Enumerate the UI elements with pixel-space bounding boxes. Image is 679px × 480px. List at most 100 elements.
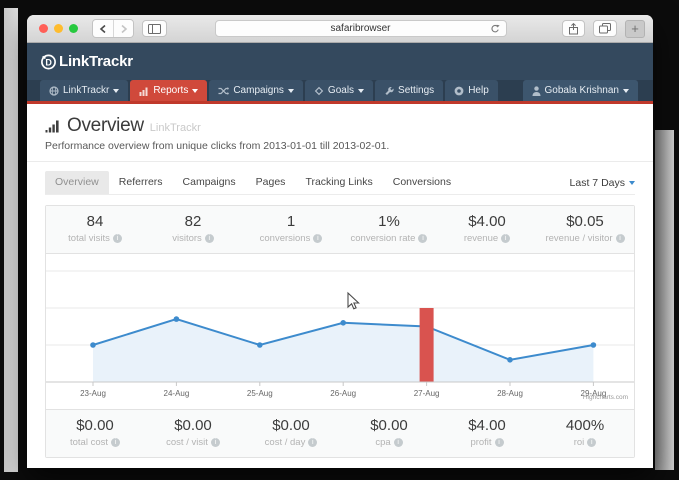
- stat-label: revenue: [464, 233, 498, 244]
- nav-label: Settings: [398, 85, 434, 96]
- page-title: Overview: [67, 115, 144, 137]
- stat-value: $0.00: [242, 417, 340, 434]
- nav-item-reports[interactable]: Reports: [130, 80, 207, 101]
- nav-item-settings[interactable]: Settings: [375, 80, 443, 101]
- info-icon[interactable]: i: [495, 438, 504, 447]
- stat-value: 1%: [340, 213, 438, 230]
- report-tabs: Overview Referrers Campaigns Pages Track…: [45, 171, 635, 195]
- forward-button[interactable]: [113, 20, 133, 37]
- date-range-label: Last 7 Days: [570, 177, 625, 189]
- address-bar[interactable]: safaribrowser: [215, 20, 507, 37]
- info-icon[interactable]: i: [418, 234, 427, 243]
- stat-conversions: 1 conversionsi: [242, 213, 340, 244]
- zoom-window-button[interactable]: [69, 24, 78, 33]
- browser-window: safaribrowser + D LinkTrackr: [27, 15, 653, 468]
- page-description: Performance overview from unique clicks …: [45, 140, 635, 152]
- info-icon[interactable]: i: [587, 438, 596, 447]
- caret-down-icon: [192, 89, 198, 93]
- nav-item-linktrackr[interactable]: LinkTrackr: [40, 80, 128, 101]
- logo-d-icon: D: [40, 53, 57, 70]
- stat-value: $4.00: [438, 417, 536, 434]
- info-icon[interactable]: i: [205, 234, 214, 243]
- page-header: Overview LinkTrackr Performance overview…: [27, 104, 653, 162]
- stat-label: total visits: [68, 233, 110, 244]
- stat-value: $0.00: [340, 417, 438, 434]
- info-icon[interactable]: i: [394, 438, 403, 447]
- nav-item-help[interactable]: Help: [445, 80, 498, 101]
- info-icon[interactable]: i: [211, 438, 220, 447]
- refresh-icon[interactable]: [490, 24, 500, 34]
- life-ring-icon: [454, 86, 464, 96]
- caret-down-icon: [288, 89, 294, 93]
- close-window-button[interactable]: [39, 24, 48, 33]
- stat-profit: $4.00 profiti: [438, 417, 536, 448]
- stat-value: 82: [144, 213, 242, 230]
- svg-text:D: D: [45, 57, 52, 67]
- tab-campaigns[interactable]: Campaigns: [173, 171, 246, 194]
- info-icon[interactable]: i: [308, 438, 317, 447]
- wrench-icon: [384, 86, 394, 96]
- nav-label: Help: [468, 85, 489, 96]
- main-nav: LinkTrackr Reports Campaigns: [27, 80, 653, 101]
- stat-value: $0.05: [536, 213, 634, 230]
- back-button[interactable]: [93, 20, 113, 37]
- linktrackr-logo[interactable]: D LinkTrackr: [40, 53, 133, 70]
- x-axis-label: 23-Aug: [80, 389, 106, 398]
- traffic-lights: [39, 24, 78, 33]
- nav-label: Goals: [328, 85, 354, 96]
- tab-referrers[interactable]: Referrers: [109, 171, 173, 194]
- info-icon[interactable]: i: [113, 234, 122, 243]
- tab-overview-button[interactable]: [593, 20, 617, 37]
- stat-value: $0.00: [46, 417, 144, 434]
- background-window-sliver-left: [4, 8, 18, 472]
- x-axis-label: 26-Aug: [330, 389, 356, 398]
- share-button[interactable]: [562, 20, 585, 37]
- nav-label: Campaigns: [233, 85, 284, 96]
- page-title-suffix: LinkTrackr: [150, 122, 201, 134]
- info-icon[interactable]: i: [111, 438, 120, 447]
- tab-pages[interactable]: Pages: [246, 171, 296, 194]
- tab-overview[interactable]: Overview: [45, 171, 109, 194]
- shuffle-icon: [218, 86, 229, 96]
- nav-item-goals[interactable]: Goals: [305, 80, 373, 101]
- minimize-window-button[interactable]: [54, 24, 63, 33]
- new-tab-button[interactable]: +: [625, 20, 645, 38]
- info-icon[interactable]: i: [501, 234, 510, 243]
- info-icon[interactable]: i: [616, 234, 625, 243]
- stat-label: total cost: [70, 437, 108, 448]
- stat-revenue-per-visitor: $0.05 revenue / visitor i: [536, 213, 634, 244]
- stat-cpa: $0.00 cpai: [340, 417, 438, 448]
- tab-tracking-links[interactable]: Tracking Links: [295, 171, 382, 194]
- caret-down-icon: [358, 89, 364, 93]
- stat-label: cost / day: [265, 437, 306, 448]
- stat-label: visitors: [172, 233, 202, 244]
- sidebar-button[interactable]: [142, 20, 167, 37]
- bar-chart-icon: [139, 86, 149, 96]
- background-window-sliver-right: [655, 130, 674, 470]
- person-icon: [532, 86, 541, 96]
- stat-label: conversion rate: [351, 233, 416, 244]
- stat-label: cost / visit: [166, 437, 208, 448]
- chevron-right-icon: [120, 24, 128, 34]
- page-content: Overview LinkTrackr Performance overview…: [27, 104, 653, 468]
- info-icon[interactable]: i: [313, 234, 322, 243]
- x-axis-label: 28-Aug: [497, 389, 523, 398]
- stat-value: 84: [46, 213, 144, 230]
- stat-conversion-rate: 1% conversion ratei: [340, 213, 438, 244]
- chevron-left-icon: [99, 24, 107, 34]
- stat-roi: 400% roii: [536, 417, 634, 448]
- chart-bars-icon: [45, 119, 61, 134]
- stat-label: conversions: [260, 233, 311, 244]
- x-axis-label: 24-Aug: [164, 389, 190, 398]
- date-range-selector[interactable]: Last 7 Days: [570, 177, 635, 189]
- tab-conversions[interactable]: Conversions: [383, 171, 461, 194]
- stat-label: revenue / visitor: [545, 233, 612, 244]
- desktop-background: safaribrowser + D LinkTrackr: [0, 0, 679, 480]
- x-axis-label: 27-Aug: [414, 389, 440, 398]
- highcharts-credit[interactable]: Highcharts.com: [583, 394, 628, 401]
- nav-item-campaigns[interactable]: Campaigns: [209, 80, 303, 101]
- user-menu[interactable]: Gobala Krishnan: [523, 80, 639, 101]
- stat-cost-per-day: $0.00 cost / dayi: [242, 417, 340, 448]
- visits-chart[interactable]: 23-Aug24-Aug25-Aug26-Aug27-Aug28-Aug29-A…: [46, 254, 634, 409]
- url-text: safaribrowser: [232, 23, 490, 34]
